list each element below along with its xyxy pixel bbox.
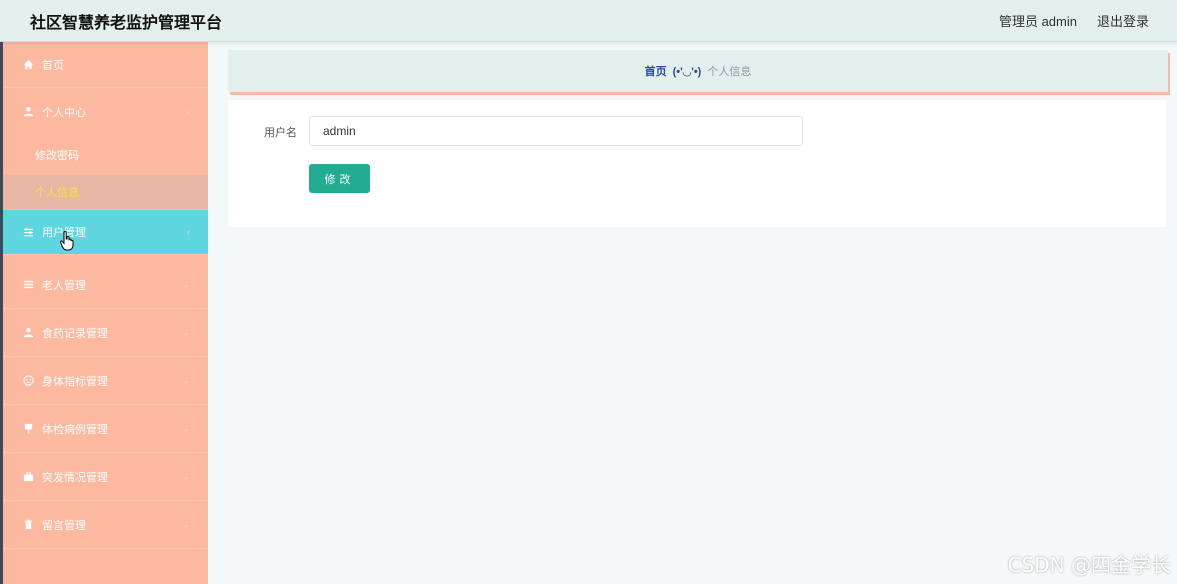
user-icon: [21, 326, 35, 340]
sidebar: 首页 个人中心 ‹ 修改密码 个人信息 用户管理 ‹ 老人管理 ⌄ 食药记录管理…: [3, 42, 208, 584]
sidebar-item-elder-management[interactable]: 老人管理 ⌄: [3, 261, 208, 309]
sidebar-subitem-personal-info[interactable]: 个人信息: [3, 175, 208, 209]
breadcrumb-home[interactable]: 首页: [645, 63, 667, 79]
breadcrumb-current: 个人信息: [707, 66, 752, 78]
sidebar-item-user-management[interactable]: 用户管理 ‹: [3, 210, 208, 255]
sidebar-item-label: 突发情况管理: [42, 471, 108, 484]
update-button[interactable]: 修改: [309, 164, 370, 193]
chevron-down-icon: ⌄: [182, 423, 190, 433]
sidebar-item-food-medicine[interactable]: 食药记录管理 ⌄: [3, 309, 208, 357]
breadcrumb-separator: (•'◡'•): [672, 65, 702, 78]
pin-icon: [21, 422, 35, 436]
chevron-icon: ‹: [187, 227, 190, 237]
chevron-down-icon: ⌄: [182, 327, 190, 337]
briefcase-icon: [21, 470, 35, 484]
username-input[interactable]: [309, 116, 803, 146]
smile-icon: [21, 374, 35, 388]
trash-icon: [21, 518, 35, 532]
chevron-down-icon: ⌄: [182, 519, 190, 529]
sidebar-item-body-indicators[interactable]: 身体指标管理 ⌄: [3, 357, 208, 405]
current-user: 管理员 admin: [998, 14, 1077, 29]
list-icon: [21, 278, 35, 292]
chevron-down-icon: ⌄: [182, 279, 190, 289]
breadcrumb: 首页 (•'◡'•) 个人信息: [228, 50, 1168, 92]
sidebar-item-label: 身体指标管理: [42, 375, 108, 388]
watermark: CSDN @四金学长: [1007, 553, 1171, 577]
sliders-icon: [21, 225, 35, 239]
logout-link[interactable]: 退出登录: [1097, 11, 1149, 30]
sidebar-item-label: 留言管理: [42, 519, 86, 532]
sidebar-item-messages[interactable]: 留言管理 ⌄: [3, 501, 208, 549]
sidebar-subitem-change-password[interactable]: 修改密码: [3, 135, 208, 175]
top-header: 社区智慧养老监护管理平台 管理员 admin 退出登录: [0, 0, 1177, 42]
user-icon: [21, 105, 35, 119]
home-icon: [21, 58, 35, 72]
username-label: 用户名: [264, 127, 297, 139]
hand-cursor-icon: [60, 231, 74, 251]
chevron-down-icon: ⌄: [182, 375, 190, 385]
sidebar-item-emergency[interactable]: 突发情况管理 ⌄: [3, 453, 208, 501]
chevron-icon: ‹: [187, 106, 190, 117]
sidebar-item-label: 体检病例管理: [42, 423, 108, 436]
chevron-down-icon: ⌄: [182, 471, 190, 481]
sidebar-item-label: 首页: [42, 59, 64, 72]
sidebar-item-personal-center[interactable]: 个人中心 ‹: [3, 88, 208, 135]
sidebar-item-label: 个人信息: [35, 187, 79, 199]
sidebar-item-label: 老人管理: [42, 279, 86, 292]
sidebar-item-label: 修改密码: [35, 150, 79, 162]
app-title: 社区智慧养老监护管理平台: [30, 15, 223, 32]
sidebar-item-checkup-cases[interactable]: 体检病例管理 ⌄: [3, 405, 208, 453]
sidebar-item-label: 食药记录管理: [42, 327, 108, 340]
sidebar-item-label: 个人中心: [42, 106, 86, 119]
profile-form-panel: 用户名 修改: [228, 100, 1166, 227]
sidebar-item-home[interactable]: 首页: [3, 42, 208, 88]
